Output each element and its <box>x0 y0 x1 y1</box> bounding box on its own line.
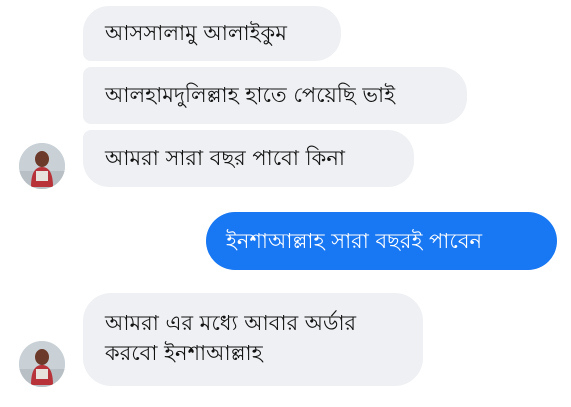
message-bubble-outgoing[interactable]: ইনশাআল্লাহ সারা বছরই পাবেন <box>206 212 557 270</box>
message-bubble-incoming[interactable]: আমরা সারা বছর পাবো কিনা <box>83 130 414 187</box>
message-text-line: করবো ইনশাআল্লাহ <box>105 341 263 365</box>
message-text-line: আমরা এর মধ্যে আবার অর্ডার <box>105 311 357 335</box>
message-text: আসসালামু আলাইকুম <box>105 21 287 45</box>
avatar-photo-icon <box>19 341 65 387</box>
contact-avatar[interactable] <box>19 341 65 387</box>
message-text: আমরা সারা বছর পাবো কিনা <box>105 146 345 170</box>
contact-avatar[interactable] <box>19 143 65 189</box>
message-bubble-incoming[interactable]: আসসালামু আলাইকুম <box>83 6 341 61</box>
message-bubble-incoming[interactable]: আমরা এর মধ্যে আবার অর্ডার করবো ইনশাআল্লা… <box>83 293 423 386</box>
avatar-photo-icon <box>19 143 65 189</box>
message-bubble-incoming[interactable]: আলহামদুলিল্লাহ হাতে পেয়েছি ভাই <box>83 67 467 124</box>
message-text: ইনশাআল্লাহ সারা বছরই পাবেন <box>226 229 483 253</box>
message-text: আলহামদুলিল্লাহ হাতে পেয়েছি ভাই <box>105 83 395 107</box>
